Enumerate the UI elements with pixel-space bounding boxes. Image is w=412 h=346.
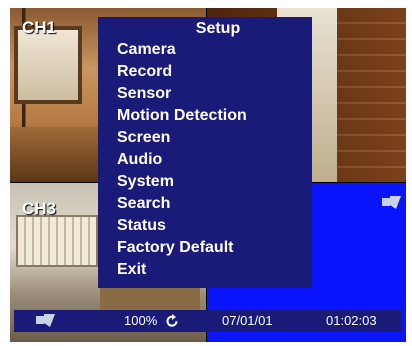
- menu-item-system[interactable]: System: [117, 172, 174, 192]
- zoom-level: 100%: [124, 313, 158, 328]
- menu-item-screen[interactable]: Screen: [117, 128, 170, 148]
- menu-item-record[interactable]: Record: [117, 62, 172, 82]
- menu-item-search[interactable]: Search: [117, 194, 170, 214]
- setup-menu: Setup Camera Record Sensor Motion Detect…: [98, 17, 312, 288]
- menu-item-status[interactable]: Status: [117, 216, 166, 236]
- menu-item-audio[interactable]: Audio: [117, 150, 162, 170]
- menu-item-factory-default[interactable]: Factory Default: [117, 238, 233, 258]
- date-display: 07/01/01: [222, 313, 273, 328]
- menu-title: Setup: [195, 20, 241, 37]
- camera-icon: [382, 196, 401, 209]
- menu-item-camera[interactable]: Camera: [117, 40, 176, 60]
- channel-label-ch3: CH3: [22, 199, 57, 218]
- time-display: 01:02:03: [326, 313, 377, 328]
- camera-icon: [36, 314, 55, 327]
- channel-label-ch1: CH1: [22, 18, 57, 37]
- menu-item-exit[interactable]: Exit: [117, 260, 146, 280]
- menu-item-sensor[interactable]: Sensor: [117, 84, 171, 104]
- menu-item-motion-detection[interactable]: Motion Detection: [117, 106, 247, 126]
- refresh-icon: [166, 314, 178, 327]
- status-bar: 100% 07/01/01 01:02:03: [14, 310, 402, 332]
- office-shelf: [16, 215, 98, 267]
